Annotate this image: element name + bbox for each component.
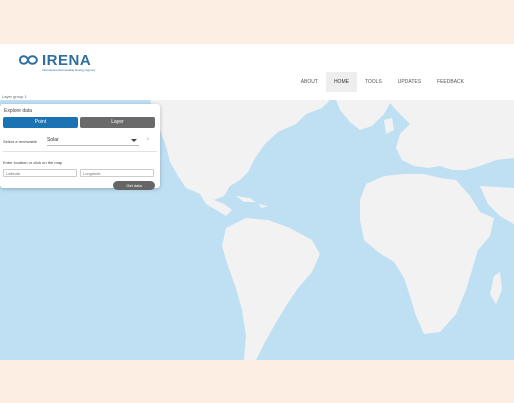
chevron-down-icon — [131, 139, 137, 142]
main-nav: ABOUT HOME TOOLS UPDATES FEEDBACK — [293, 72, 472, 92]
landmass-africa — [360, 174, 494, 334]
panel-title: Explore data — [4, 108, 33, 114]
irena-logo[interactable]: IRENA International Renewable Energy Age… — [18, 53, 95, 72]
nav-item-feedback[interactable]: FEEDBACK — [429, 72, 472, 92]
landmass-caribbean — [236, 196, 268, 208]
get-data-button[interactable]: Get data — [113, 181, 155, 190]
landmass-europe — [388, 100, 514, 170]
latitude-input[interactable]: Latitude — [3, 169, 77, 177]
app-window: IRENA International Renewable Energy Age… — [0, 44, 514, 360]
explore-data-panel: Explore data Point Layer Select a renewa… — [0, 104, 160, 190]
logo-wordmark: IRENA — [42, 52, 92, 69]
landmass-british-isles — [384, 118, 394, 134]
nav-item-about[interactable]: ABOUT — [293, 72, 326, 92]
layer-group-label: Layer group 1 — [2, 94, 27, 99]
panel-divider — [3, 151, 157, 152]
renewable-select-value: Solar — [47, 137, 59, 143]
tab-point[interactable]: Point — [3, 117, 78, 128]
nav-item-updates[interactable]: UPDATES — [390, 72, 429, 92]
select-renewable-label: Select a renewable — [3, 139, 38, 144]
landmass-madagascar — [490, 272, 502, 304]
renewable-select[interactable]: Solar — [47, 136, 139, 146]
nav-item-tools[interactable]: TOOLS — [357, 72, 390, 92]
longitude-input[interactable]: Longitude — [80, 169, 154, 177]
location-label: Enter location or click on the map — [3, 160, 63, 165]
logo-subtitle: International Renewable Energy Agency — [42, 68, 96, 72]
nav-item-home[interactable]: HOME — [325, 72, 357, 92]
landmass-greenland — [336, 100, 392, 130]
site-header: IRENA International Renewable Energy Age… — [0, 44, 514, 100]
landmass-south-america — [222, 218, 320, 360]
landmass-north-america — [150, 100, 330, 200]
close-icon[interactable]: × — [146, 136, 150, 145]
tab-layer[interactable]: Layer — [80, 117, 155, 128]
irena-logo-icon — [19, 55, 38, 65]
